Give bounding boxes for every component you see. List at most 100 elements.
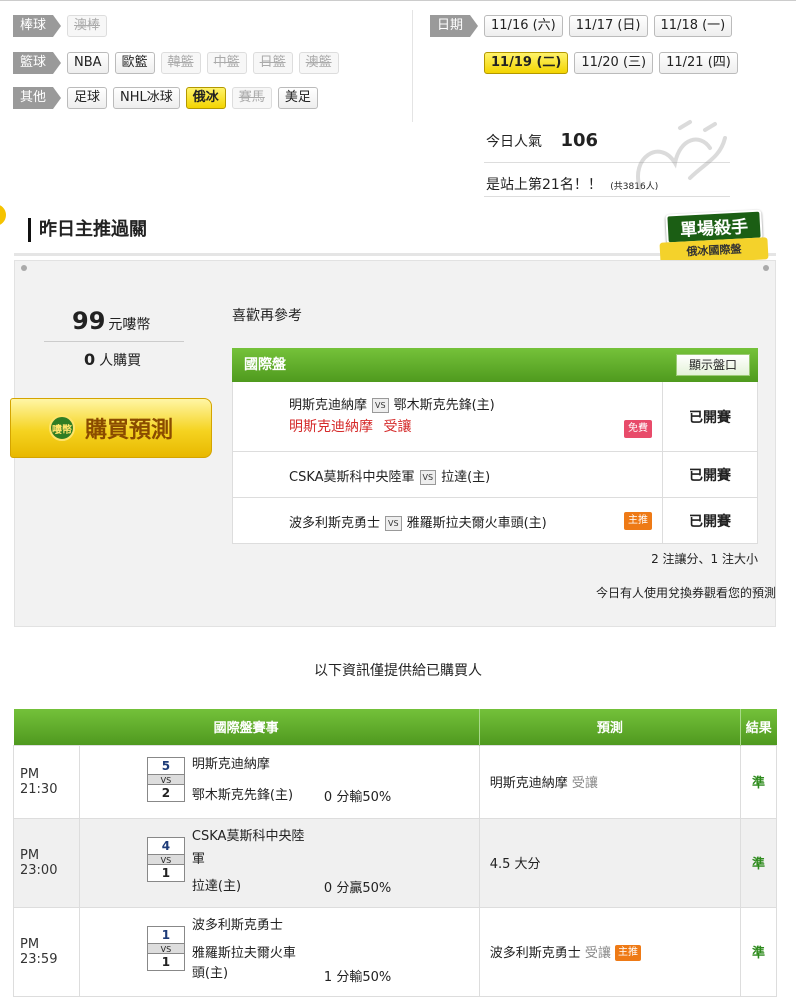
nav-row-baseball: 棒球 澳棒 bbox=[13, 15, 108, 37]
table-row: PM 21:30 5 VS 2 明斯克迪納摩 鄂木斯克先鋒(主) 0 分輸50%… bbox=[13, 744, 777, 819]
home-team[interactable]: CSKA莫斯科中央陸軍 bbox=[289, 470, 415, 485]
price-unit: 元嘍幣 bbox=[108, 317, 151, 333]
prediction-cell: 4.5 大分 bbox=[478, 817, 742, 908]
nav-item-american-football[interactable]: 美足 bbox=[277, 87, 318, 109]
game-status: 已開賽 bbox=[689, 409, 731, 426]
date-row-1: 日期 11/16 (六) 11/17 (日) 11/18 (一) bbox=[430, 15, 733, 37]
game-info: 明斯克迪納摩 VS 鄂木斯克先鋒(主) 明斯克迪納摩 受讓 免費 bbox=[233, 382, 663, 451]
popularity: 今日人氣 106 bbox=[486, 130, 598, 151]
handicap-result: 0 分贏50% bbox=[323, 880, 392, 896]
game-time: PM 23:59 bbox=[13, 906, 80, 997]
away-team[interactable]: 雅羅斯拉夫爾火車頭(主) bbox=[407, 516, 547, 531]
nav-item-soccer[interactable]: 足球 bbox=[67, 87, 108, 109]
home-team[interactable]: 波多利斯克勇士 bbox=[289, 516, 380, 531]
vs-label: VS bbox=[147, 773, 184, 785]
game-status: 已開賽 bbox=[689, 513, 731, 530]
result-cell: 準 bbox=[740, 906, 777, 997]
score-box: 4 VS 1 bbox=[146, 836, 185, 882]
game-status: 已開賽 bbox=[689, 467, 731, 484]
results-table: 國際盤賽事 預測 結果 PM 21:30 5 VS 2 明斯克迪納摩 鄂木斯克先… bbox=[13, 709, 777, 997]
score-top: 5 bbox=[161, 758, 171, 773]
vs-icon: VS bbox=[385, 516, 402, 531]
col-intl-games: 國際盤賽事 bbox=[13, 709, 480, 745]
nav-item-aus-baseball: 澳棒 bbox=[67, 15, 108, 37]
nav-row-other: 其他 足球 NHL冰球 俄冰 賽馬 美足 bbox=[13, 87, 318, 109]
game-info: CSKA莫斯科中央陸軍 VS 拉達(主) bbox=[233, 452, 663, 497]
score-top: 1 bbox=[161, 927, 171, 942]
buyer-info-text: 以下資訊僅提供給已購買人 bbox=[314, 663, 482, 679]
team-1: 波多利斯克勇士 bbox=[191, 917, 283, 933]
date-1119[interactable]: 11/19 (二) bbox=[484, 52, 569, 74]
vs-icon: VS bbox=[372, 398, 389, 413]
nav-item-euro-basketball[interactable]: 歐籃 bbox=[114, 52, 155, 74]
pred-team: 波多利斯克勇士 bbox=[489, 945, 581, 961]
date-1121[interactable]: 11/21 (四) bbox=[659, 52, 738, 74]
prediction-cell: 明斯克迪納摩 受讓 bbox=[478, 744, 742, 819]
score-bottom: 1 bbox=[161, 954, 171, 969]
game-row: 明斯克迪納摩 VS 鄂木斯克先鋒(主) 明斯克迪納摩 受讓 免費 已開賽 bbox=[232, 382, 758, 452]
nav-tag-date: 日期 bbox=[430, 15, 479, 37]
score-box: 5 VS 2 bbox=[146, 756, 185, 802]
team-1: 明斯克迪納摩 bbox=[191, 756, 270, 772]
vs-icon: VS bbox=[419, 470, 437, 485]
team-2: 拉達(主) bbox=[191, 878, 242, 894]
pred-total: 4.5 大分 bbox=[489, 857, 541, 872]
score-box: 1 VS 1 bbox=[146, 925, 185, 971]
price-divider bbox=[44, 341, 184, 342]
nav-item-nba[interactable]: NBA bbox=[67, 52, 109, 74]
col-prediction: 預測 bbox=[479, 709, 742, 745]
nav-row-basketball: 籃球 NBA 歐籃 韓籃 中籃 日籃 澳籃 bbox=[13, 52, 339, 74]
page: 棒球 澳棒 籃球 NBA 歐籃 韓籃 中籃 日籃 澳籃 其他 足球 NHL冰球 … bbox=[0, 0, 796, 1000]
game-info: 波多利斯克勇士 VS 雅羅斯拉夫爾火車頭(主) 主推 bbox=[233, 498, 663, 543]
nav-item-nhl[interactable]: NHL冰球 bbox=[113, 87, 180, 109]
team-2: 雅羅斯拉夫爾火車 bbox=[191, 945, 296, 961]
game-cell: 1 VS 1 波多利斯克勇士 雅羅斯拉夫爾火車 頭(主) 1 分輸50% bbox=[78, 906, 480, 997]
pred-team: 明斯克迪納摩 bbox=[489, 776, 568, 791]
nav-tag-basketball: 籃球 bbox=[13, 52, 62, 74]
date-1116[interactable]: 11/16 (六) bbox=[484, 15, 563, 37]
nav-tag-other: 其他 bbox=[13, 87, 62, 109]
away-team[interactable]: 鄂木斯克先鋒(主) bbox=[394, 398, 495, 413]
voucher-note: 今日有人使用兌換券觀看您的預測 bbox=[595, 586, 776, 600]
coin-icon: 嘍幣 bbox=[48, 415, 75, 441]
nav-item-aus-basketball: 澳籃 bbox=[298, 52, 339, 74]
decorative-swirl-icon bbox=[636, 120, 727, 190]
matchup: CSKA莫斯科中央陸軍 VS 拉達(主) bbox=[289, 466, 490, 485]
pick-type: 受讓 bbox=[383, 419, 412, 435]
pick: 明斯克迪納摩 受讓 bbox=[289, 416, 411, 436]
reference-text: 喜歡再參考 bbox=[232, 308, 302, 324]
home-team[interactable]: 明斯克迪納摩 bbox=[289, 398, 367, 413]
game-time: PM 21:30 bbox=[13, 744, 80, 819]
game-time: PM 23:00 bbox=[13, 817, 80, 908]
vs-label: VS bbox=[147, 853, 184, 865]
nav-item-china-basketball: 中籃 bbox=[206, 52, 247, 74]
nav-item-horse-racing: 賽馬 bbox=[231, 87, 272, 109]
show-odds-button[interactable]: 顯示盤口 bbox=[675, 354, 750, 376]
date-1118[interactable]: 11/18 (一) bbox=[653, 15, 733, 37]
table-row: PM 23:59 1 VS 1 波多利斯克勇士 雅羅斯拉夫爾火車 頭(主) 1 … bbox=[13, 906, 777, 997]
table-row: PM 23:00 4 VS 1 CSKA莫斯科中央陸 軍 拉達(主) 0 分贏5… bbox=[13, 817, 777, 908]
results-header-row: 國際盤賽事 預測 結果 bbox=[13, 709, 777, 745]
pin-left-icon bbox=[21, 265, 27, 271]
prediction-cell: 波多利斯克勇士 受讓 主推 bbox=[478, 906, 742, 997]
date-1117[interactable]: 11/17 (日) bbox=[568, 15, 648, 37]
nav-item-japan-basketball: 日籃 bbox=[252, 52, 293, 74]
away-team[interactable]: 拉達(主) bbox=[441, 470, 490, 485]
col-result: 結果 bbox=[740, 709, 777, 745]
price-value: 99 bbox=[72, 307, 106, 335]
game-cell: 4 VS 1 CSKA莫斯科中央陸 軍 拉達(主) 0 分贏50% bbox=[78, 817, 480, 908]
date-row-2: 11/19 (二) 11/20 (三) 11/21 (四) bbox=[484, 52, 738, 74]
nav-item-russia-hockey[interactable]: 俄冰 bbox=[185, 87, 226, 109]
pin-right-icon bbox=[763, 265, 769, 271]
buyers-unit: 人購買 bbox=[99, 353, 142, 369]
result-cell: 準 bbox=[740, 744, 777, 819]
score-bottom: 1 bbox=[161, 865, 171, 880]
matchup: 波多利斯克勇士 VS 雅羅斯拉夫爾火車頭(主) bbox=[289, 512, 547, 531]
intl-odds-table: 國際盤 顯示盤口 明斯克迪納摩 VS 鄂木斯克先鋒(主) 明斯克迪納摩 受讓 免費 … bbox=[232, 348, 758, 544]
nav-item-korea-basketball: 韓籃 bbox=[160, 52, 201, 74]
date-1120[interactable]: 11/20 (三) bbox=[574, 52, 654, 74]
pick-team: 明斯克迪納摩 bbox=[289, 419, 373, 435]
main-pick-chip: 主推 bbox=[624, 512, 652, 530]
buy-prediction-button[interactable]: 嘍幣 購買預測 bbox=[10, 398, 212, 458]
popularity-label: 今日人氣 bbox=[486, 134, 542, 150]
